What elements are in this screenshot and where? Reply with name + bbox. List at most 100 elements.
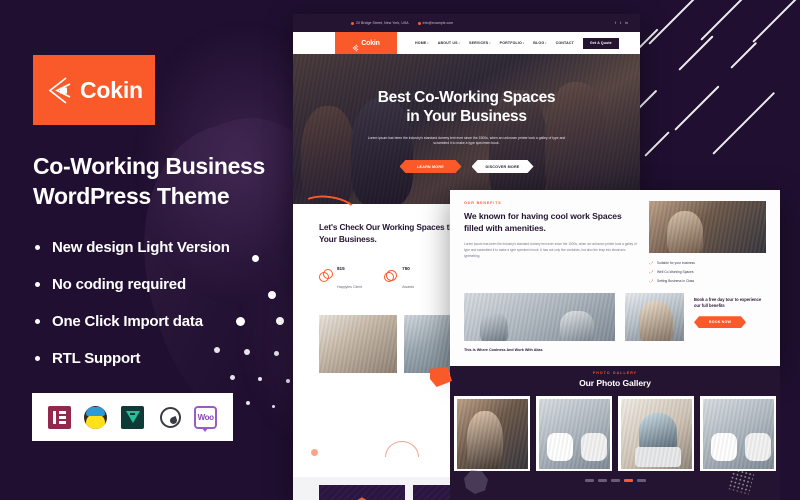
diagonal-stripes-decoration [616,0,800,185]
hero-title: Best Co-Working Spaces in Your Business [377,88,556,127]
nav-item-portfolio[interactable]: PORTFOLIO [500,41,525,45]
gallery-card[interactable] [700,396,776,471]
topbar-email[interactable]: info@example.com [417,21,454,25]
award-icon [384,269,398,282]
hero-subtitle: Lorem ipsum has been the industry's stan… [367,135,566,146]
nav-item-blog[interactable]: BLOG [533,41,546,45]
get-a-quote-button[interactable]: Get A Quote [582,37,619,49]
headline-line-1: Co-Working Business [33,153,265,179]
expertise-card[interactable] [319,485,405,500]
booking-callout: Book a free day tour to experience our f… [694,293,766,341]
furniture-shape [744,432,771,461]
benefits-photo-portrait [625,293,684,341]
elementor-icon [47,405,71,429]
hero-title-line-2: in Your Business [406,107,527,125]
dot-grid-decoration [727,467,755,495]
facebook-icon[interactable]: f [615,21,616,25]
brand-logo-text: Cokin [80,76,143,103]
gallery-card[interactable] [536,396,612,471]
gallery-dot[interactable] [610,479,620,482]
check-icon [649,261,653,265]
discover-more-button[interactable]: DISCOVER MORE [472,160,534,173]
stat-awards: 750 Awards [384,257,414,293]
gallery-photo [620,398,692,469]
gallery-dot[interactable] [636,479,646,482]
site-nav-logo[interactable]: Cokin [335,32,397,54]
twitter-icon[interactable]: t [620,21,621,25]
furniture-shape [546,432,573,461]
person-figure [638,412,677,455]
gallery-photo [538,398,610,469]
list-item: No coding required [34,277,304,292]
blob-decoration [464,470,488,494]
headline-line-2: WordPress Theme [33,182,230,209]
list-item: Setting Business in Class [649,279,766,283]
hero-section: Best Co-Working Spaces in Your Business … [293,54,640,204]
clients-icon [319,268,333,282]
gallery-cards [450,388,780,471]
nav-item-services[interactable]: SERVICES [469,41,491,45]
person-figure [667,211,703,253]
nav-item-contact[interactable]: CONTACT [556,41,574,45]
chevron-c-logo-icon [352,39,359,52]
feature-list: New design Light Version No coding requi… [34,240,304,388]
gallery-card[interactable] [454,396,530,471]
hero-content: Best Co-Working Spaces in Your Business … [293,54,640,204]
nav-item-home[interactable]: HOME [415,41,429,45]
furniture-shape [710,432,737,461]
gallery-card[interactable] [618,396,694,471]
website-preview-gallery: PHOTO GALLERY Our Photo Gallery [450,366,780,500]
booking-text: Book a free day tour to experience our f… [694,297,762,309]
benefits-media-column: Suitable for your business Well Co-Worki… [649,201,766,283]
thumbnail-image [319,315,397,374]
qodef-icon [158,406,181,429]
furniture-shape [580,432,607,461]
website-preview-benefits: OUR BENEFITS We known for having cool wo… [450,190,780,366]
promo-banner: Cokin Co-Working Business WordPress Them… [0,0,800,500]
person-figure [639,301,674,341]
gallery-dot[interactable] [584,479,594,482]
gallery-photo [456,398,528,469]
laptop-shape [634,446,681,467]
list-item: Well Co-Working Spaces [649,270,766,274]
benefits-eyebrow: OUR BENEFITS [464,201,502,205]
gallery-eyebrow: PHOTO GALLERY [592,371,638,375]
woocommerce-icon: Woo [194,405,218,432]
linkedin-icon[interactable]: in [625,21,628,25]
benefits-photo-wide [464,293,616,341]
hero-title-line-1: Best Co-Working Spaces [377,88,556,106]
list-item: RTL Support [34,351,304,366]
plugin-badges: Woo [32,393,233,441]
gallery-photo [702,398,774,469]
promo-left-column: Cokin Co-Working Business WordPress Them… [32,0,304,500]
list-item: One Click Import data [34,314,304,329]
site-topbar: 20 Bridge Street, New York, USA info@exa… [293,14,640,32]
social-links[interactable]: f t in [615,21,628,25]
location-pin-icon [351,21,354,25]
mailchimp-icon [84,405,108,429]
page-title: Co-Working Business WordPress Theme [33,152,311,212]
brand-logo: Cokin [33,55,155,125]
envelope-icon [417,21,421,25]
list-item: Suitable for your business [649,261,766,265]
furniture-shape [560,311,594,341]
dot-decoration [311,449,318,457]
nav-item-about[interactable]: ABOUT US [438,41,460,45]
stat-label: Happyies Client [337,285,363,290]
check-icon [649,270,653,274]
site-navbar: Cokin HOME ABOUT US SERVICES PORTFOLIO B… [293,32,640,54]
benefits-checklist: Suitable for your business Well Co-Worki… [649,261,766,283]
gallery-dot-active[interactable] [623,479,633,482]
site-nav-logo-text: Cokin [361,39,380,47]
site-nav-menu[interactable]: HOME ABOUT US SERVICES PORTFOLIO BLOG CO… [415,41,574,45]
benefits-text-column: OUR BENEFITS We known for having cool wo… [464,201,639,283]
benefits-photo [649,201,766,253]
chevron-c-logo-icon [46,76,73,105]
stat-clients: 815 Happyies Client [319,257,362,293]
check-icon [649,279,653,283]
book-now-button[interactable]: BOOK NOW [694,316,746,328]
gallery-dot[interactable] [597,479,607,482]
learn-more-button[interactable]: LEARN MORE [400,160,462,173]
stat-value: 815 [337,266,345,272]
furniture-shape [480,313,508,341]
